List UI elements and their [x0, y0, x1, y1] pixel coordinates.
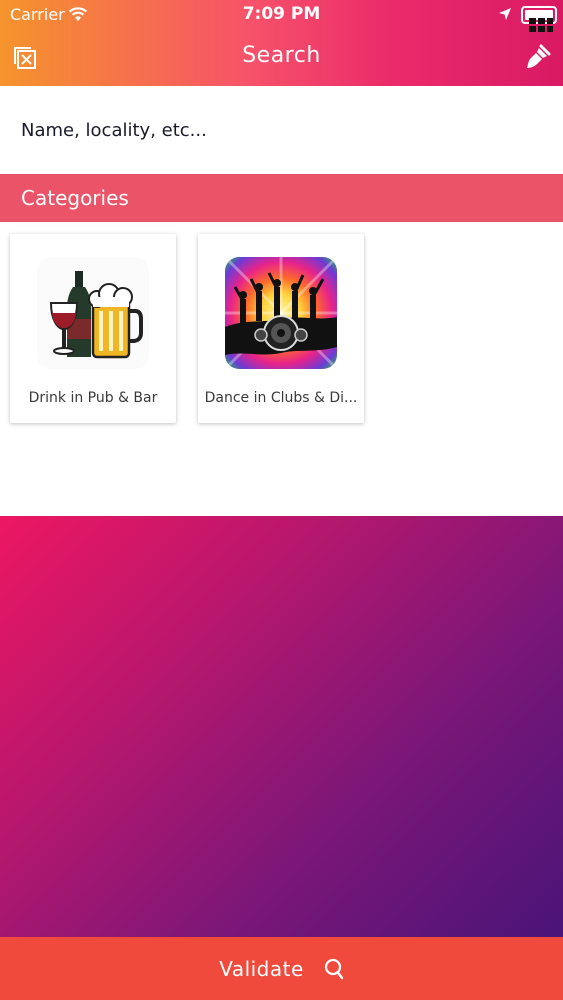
page-title: Search	[242, 43, 321, 68]
brush-icon[interactable]	[525, 44, 551, 70]
search-field-container	[0, 86, 563, 174]
category-card-dance-clubs[interactable]: Dance in Clubs & Di...	[198, 234, 364, 423]
dance-club-icon	[225, 257, 337, 369]
location-arrow-icon	[499, 8, 511, 20]
category-card-pub-bar[interactable]: Drink in Pub & Bar	[10, 234, 176, 423]
clock: 7:09 PM	[242, 4, 321, 24]
top-bar: Carrier 7:09 PM Search	[0, 0, 563, 86]
category-label: Drink in Pub & Bar	[28, 390, 158, 406]
categories-header: Categories	[0, 174, 563, 222]
battery-icon	[521, 6, 557, 32]
search-icon	[324, 958, 343, 979]
category-label: Dance in Clubs & Di...	[204, 390, 358, 406]
search-input[interactable]	[0, 86, 563, 174]
content-background	[0, 516, 563, 937]
drinks-icon	[37, 257, 149, 369]
status-bar: Carrier 7:09 PM	[0, 0, 563, 32]
categories-grid: Drink in Pub & Bar Dance in Clubs & Di..…	[0, 222, 563, 516]
validate-label: Validate	[219, 956, 304, 981]
validate-button[interactable]: Validate	[0, 937, 563, 1000]
